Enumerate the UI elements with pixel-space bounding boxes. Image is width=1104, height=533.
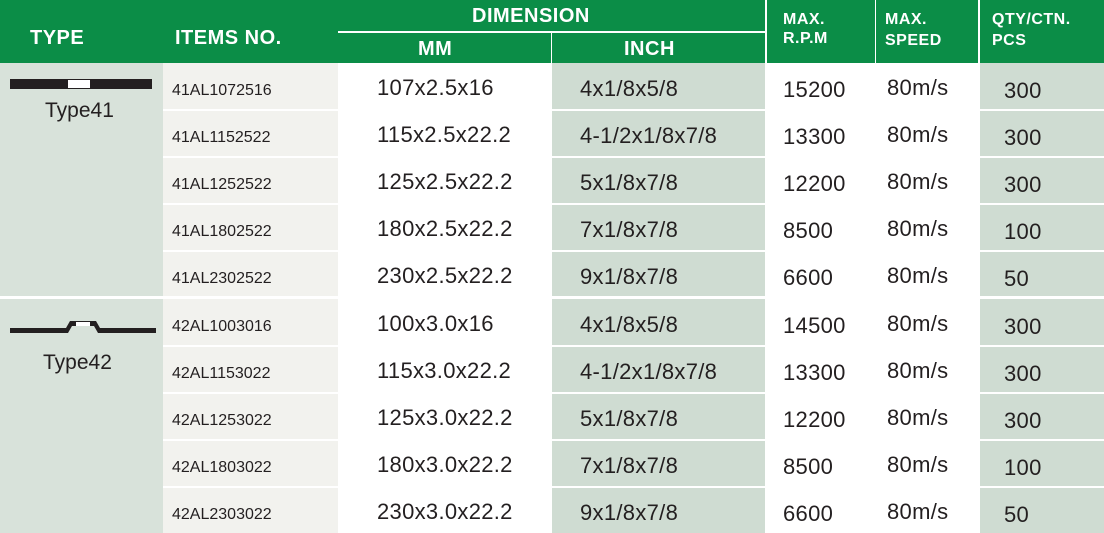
row-separator	[163, 250, 1104, 252]
row-separator	[163, 439, 1104, 441]
max-rpm: 13300	[783, 360, 846, 385]
max-rpm: 15200	[783, 77, 846, 102]
qty-ctn: 300	[1004, 172, 1042, 197]
dimension-mm: 115x3.0x22.2	[377, 358, 512, 383]
item-number: 41AL2302522	[172, 270, 272, 287]
item-number: 42AL1253022	[172, 412, 272, 429]
qty-ctn: 100	[1004, 219, 1042, 244]
dimension-inch: 4-1/2x1/8x7/8	[580, 359, 718, 384]
row-separator	[163, 203, 1104, 205]
max-rpm: 12200	[783, 171, 846, 196]
max-speed: 80m/s	[887, 122, 949, 147]
row-separator	[163, 392, 1104, 394]
max-speed: 80m/s	[887, 452, 949, 477]
dimension-inch: 7x1/8x7/8	[580, 217, 679, 242]
qty-ctn: 300	[1004, 361, 1042, 386]
dimension-inch: 5x1/8x7/8	[580, 406, 679, 431]
qty-ctn: 300	[1004, 78, 1042, 103]
max-rpm: 13300	[783, 124, 846, 149]
max-speed: 80m/s	[887, 263, 949, 288]
max-speed: 80m/s	[887, 499, 949, 524]
item-number: 41AL1252522	[172, 176, 272, 193]
max-speed: 80m/s	[887, 216, 949, 241]
dimension-mm: 107x2.5x16	[377, 75, 494, 100]
qty-ctn: 300	[1004, 314, 1042, 339]
qty-ctn: 300	[1004, 125, 1042, 150]
item-number: 41AL1802522	[172, 223, 272, 240]
dimension-inch: 5x1/8x7/8	[580, 170, 679, 195]
dimension-mm: 115x2.5x22.2	[377, 122, 512, 147]
dimension-mm: 230x2.5x22.2	[377, 263, 513, 288]
item-number: 42AL2303022	[172, 506, 272, 523]
dimension-inch: 7x1/8x7/8	[580, 453, 679, 478]
max-speed: 80m/s	[887, 75, 949, 100]
item-number: 41AL1152522	[172, 129, 271, 146]
dimension-inch: 4-1/2x1/8x7/8	[580, 123, 718, 148]
dimension-mm: 180x3.0x22.2	[377, 452, 513, 477]
item-number: 42AL1803022	[172, 459, 272, 476]
max-speed: 80m/s	[887, 311, 949, 336]
max-speed: 80m/s	[887, 405, 949, 430]
qty-ctn: 50	[1004, 502, 1030, 527]
row-separator	[163, 109, 1104, 111]
row-separator	[163, 156, 1104, 158]
dimension-inch: 9x1/8x7/8	[580, 264, 679, 289]
max-rpm: 8500	[783, 454, 834, 479]
dimension-inch: 4x1/8x5/8	[580, 76, 679, 101]
row-separator	[163, 486, 1104, 488]
dimension-mm: 230x3.0x22.2	[377, 499, 513, 524]
dimension-mm: 125x3.0x22.2	[377, 405, 513, 430]
max-rpm: 12200	[783, 407, 846, 432]
max-speed: 80m/s	[887, 358, 949, 383]
max-speed: 80m/s	[887, 169, 949, 194]
dimension-mm: 100x3.0x16	[377, 311, 494, 336]
item-number: 42AL1003016	[172, 318, 272, 335]
max-rpm: 8500	[783, 218, 834, 243]
max-rpm: 14500	[783, 313, 846, 338]
dimension-mm: 180x2.5x22.2	[377, 216, 513, 241]
item-number: 42AL1153022	[172, 365, 271, 382]
item-number: 41AL1072516	[172, 82, 272, 99]
row-separator	[163, 345, 1104, 347]
qty-ctn: 300	[1004, 408, 1042, 433]
qty-ctn: 100	[1004, 455, 1042, 480]
dimension-mm: 125x2.5x22.2	[377, 169, 513, 194]
max-rpm: 6600	[783, 265, 834, 290]
dimension-inch: 4x1/8x5/8	[580, 312, 679, 337]
table-body: 41AL1072516 107x2.5x16 4x1/8x5/8 15200 80m/s…	[0, 0, 1104, 533]
qty-ctn: 50	[1004, 266, 1030, 291]
max-rpm: 6600	[783, 501, 834, 526]
dimension-inch: 9x1/8x7/8	[580, 500, 679, 525]
